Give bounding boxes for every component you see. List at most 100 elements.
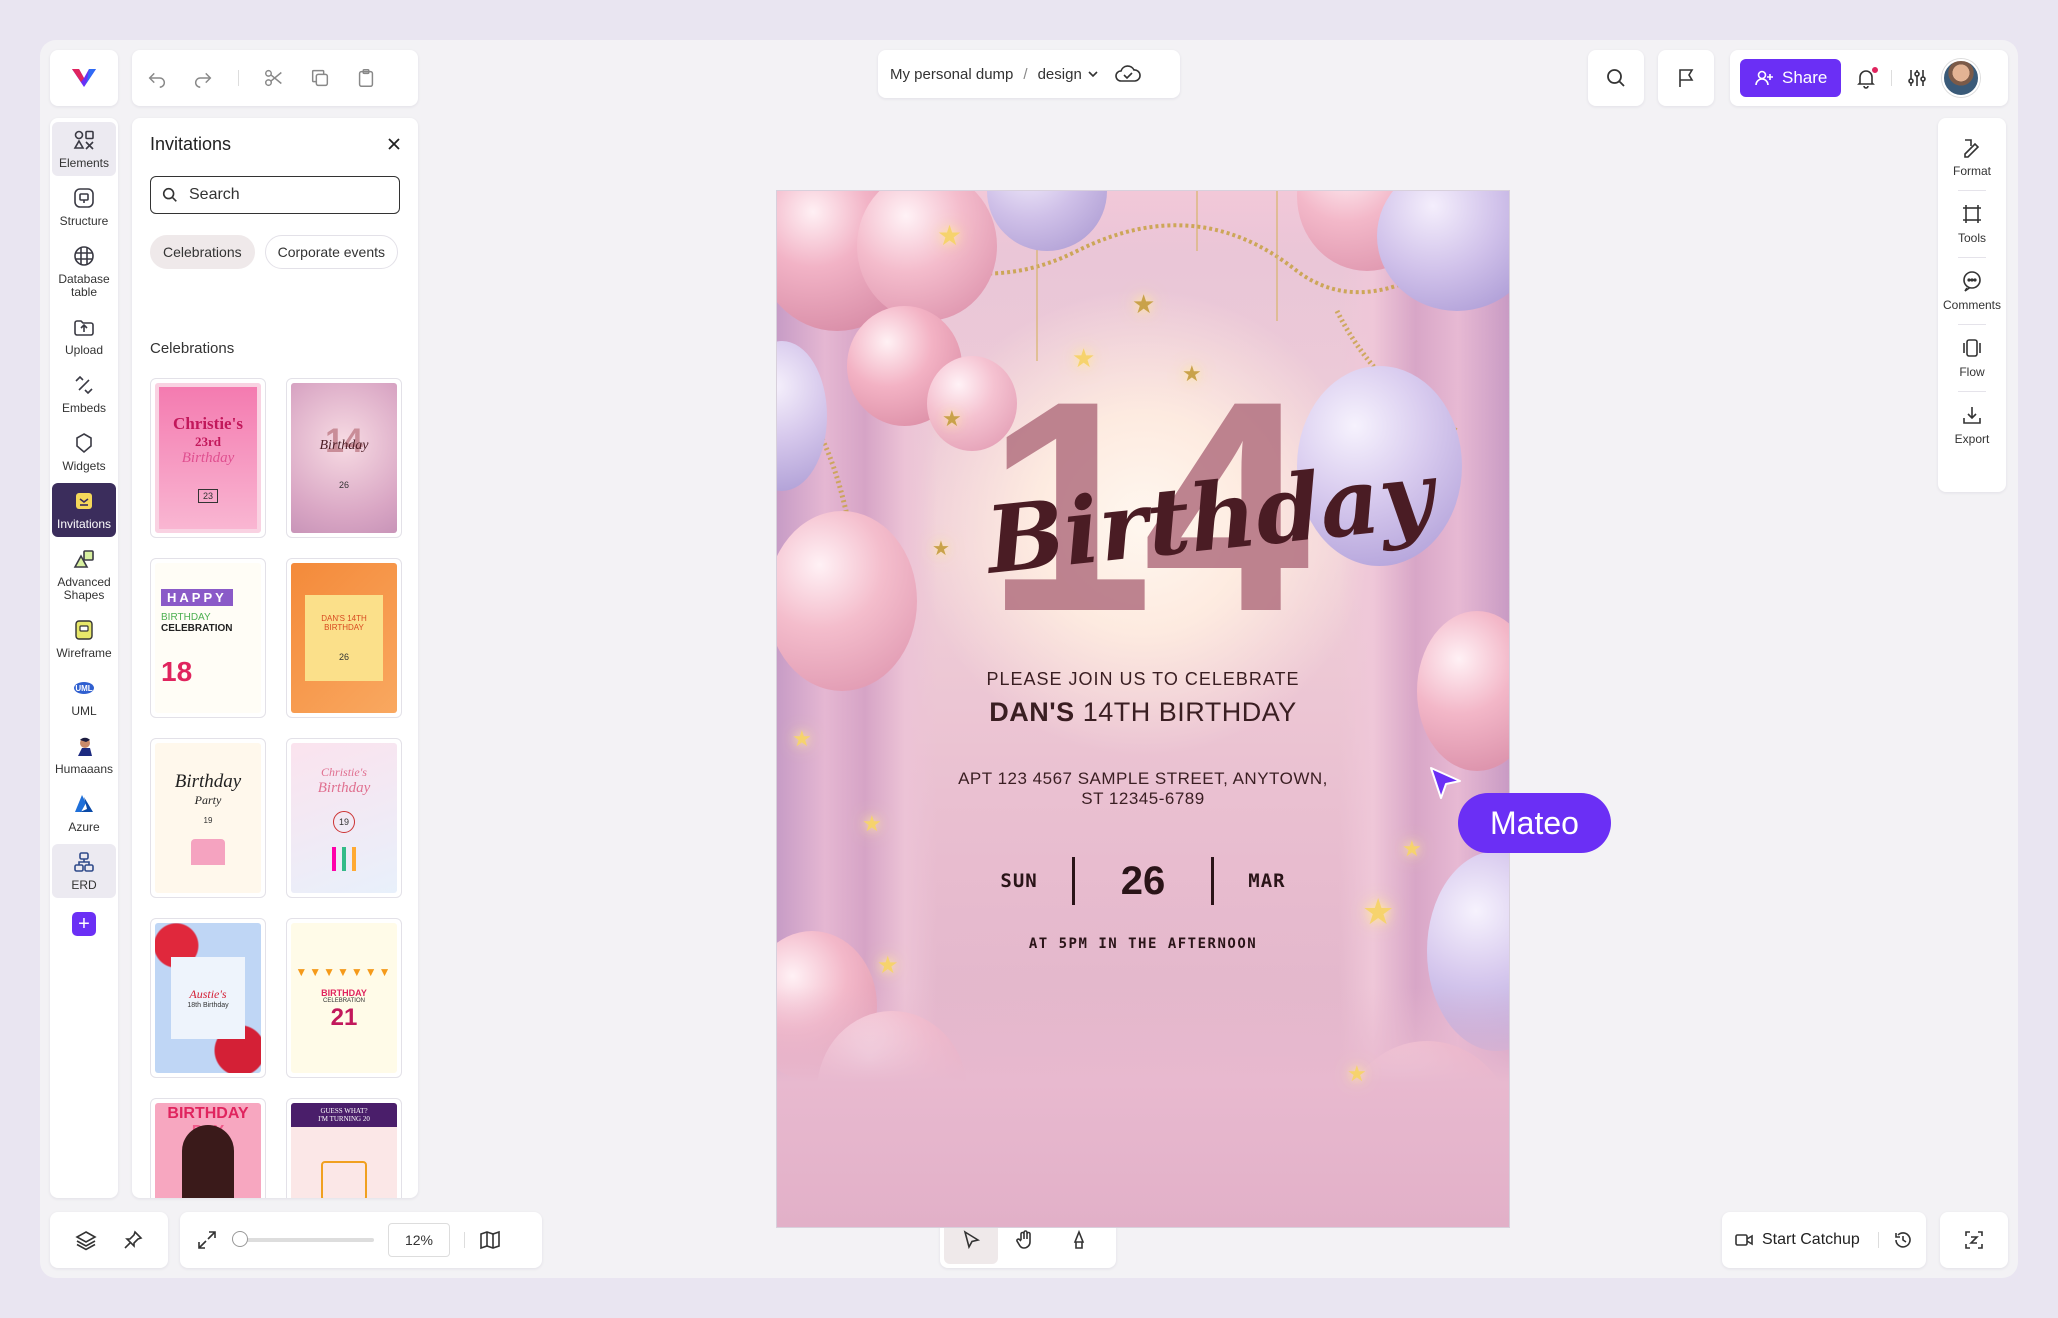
- start-catchup-button[interactable]: Start Catchup: [1762, 1231, 1860, 1249]
- scissors-icon[interactable]: [263, 67, 285, 89]
- template-card[interactable]: 14 Birthday 26: [286, 378, 402, 538]
- template-card[interactable]: Christie's 23rd Birthday 23: [150, 378, 266, 538]
- zoom-level[interactable]: 12%: [388, 1223, 450, 1257]
- search-button[interactable]: [1588, 50, 1644, 106]
- settings-sliders-icon[interactable]: [1906, 67, 1928, 89]
- divider: [1958, 391, 1986, 392]
- present-button[interactable]: [1658, 50, 1714, 106]
- top-right-toolbar: Share: [1730, 50, 2008, 106]
- name-rest: 14TH BIRTHDAY: [1074, 697, 1297, 727]
- rail-item-elements[interactable]: Elements: [52, 122, 116, 176]
- chip-corporate-events[interactable]: Corporate events: [264, 235, 399, 269]
- rail-item-erd[interactable]: ERD: [52, 844, 116, 898]
- layers-icon[interactable]: [74, 1229, 97, 1251]
- v-logo-icon: [70, 66, 98, 90]
- search-field[interactable]: [150, 176, 400, 214]
- template-card[interactable]: Austie's 18th Birthday: [150, 918, 266, 1078]
- search-input[interactable]: [189, 186, 389, 204]
- celebrate-line[interactable]: PLEASE JOIN US TO CELEBRATE: [777, 669, 1509, 690]
- rail-item-azure[interactable]: Azure: [52, 786, 116, 840]
- tool-export[interactable]: Export: [1938, 394, 2006, 456]
- rail-item-wireframe[interactable]: Wireframe: [52, 612, 116, 666]
- format-icon: [1961, 136, 1983, 158]
- rail-label: Invitations: [56, 517, 112, 531]
- design-canvas[interactable]: ★ ★ ★ ★ ★ ★ ★ ★ ★ ★ ★ ★ 14 Birthday PLEA…: [776, 190, 1510, 1228]
- rail-label: Upload: [64, 343, 104, 357]
- name-line[interactable]: DAN'S 14TH BIRTHDAY: [777, 697, 1509, 728]
- avatar[interactable]: [1942, 59, 1981, 97]
- breadcrumb-page[interactable]: design: [1038, 66, 1082, 83]
- rail-item-structure[interactable]: Structure: [52, 180, 116, 234]
- pointer-icon: [960, 1229, 982, 1251]
- copy-icon[interactable]: [309, 67, 331, 89]
- template-text: 23rd: [195, 433, 221, 449]
- template-text: GUESS WHAT?: [320, 1107, 368, 1115]
- template-card[interactable]: GUESS WHAT? I'M TURNING 20: [286, 1098, 402, 1198]
- fit-screen-icon[interactable]: [196, 1229, 218, 1251]
- history-icon[interactable]: [1893, 1230, 1913, 1250]
- template-card[interactable]: Birthday Party 19: [150, 738, 266, 898]
- pen-icon: [1068, 1229, 1090, 1251]
- zoom-toolbar: 12%: [180, 1212, 542, 1268]
- chevron-down-icon[interactable]: [1086, 67, 1100, 81]
- download-icon: [1961, 404, 1983, 426]
- template-card[interactable]: Christie's Birthday 19: [286, 738, 402, 898]
- time-line[interactable]: AT 5PM IN THE AFTERNOON: [777, 936, 1509, 952]
- focus-frame-icon[interactable]: [1963, 1229, 1985, 1251]
- clipboard-icon[interactable]: [355, 67, 377, 89]
- rail-item-database-table[interactable]: Database table: [52, 238, 116, 305]
- divider: [1958, 324, 1986, 325]
- rail-item-widgets[interactable]: Widgets: [52, 425, 116, 479]
- bell-icon[interactable]: [1855, 66, 1880, 89]
- tool-label: Format: [1952, 164, 1991, 178]
- template-text: BIRTHDAY: [167, 1105, 249, 1122]
- divider: [1958, 257, 1986, 258]
- tool-label: Flow: [1959, 365, 1985, 379]
- star-decor: ★: [937, 220, 963, 251]
- rail-item-advanced-shapes[interactable]: Advanced Shapes: [52, 541, 116, 608]
- rail-item-humaaans[interactable]: Humaaans: [52, 728, 116, 782]
- tool-label: Export: [1954, 432, 1990, 446]
- tool-format[interactable]: Format: [1938, 126, 2006, 188]
- template-card[interactable]: HAPPY BIRTHDAY CELEBRATION 18: [150, 558, 266, 718]
- zoom-slider-knob[interactable]: [232, 1231, 248, 1247]
- rail-label: UML: [71, 704, 97, 718]
- floor-drape: [777, 987, 1509, 1227]
- breadcrumb-separator: /: [1023, 65, 1028, 83]
- pin-icon[interactable]: [122, 1229, 144, 1251]
- tool-comments[interactable]: Comments: [1938, 260, 2006, 322]
- map-icon[interactable]: [479, 1229, 501, 1251]
- tool-tools[interactable]: Tools: [1938, 193, 2006, 255]
- share-button[interactable]: Share: [1740, 59, 1842, 97]
- rail-label: Elements: [58, 156, 110, 170]
- template-grid: Christie's 23rd Birthday 23 14 Birthday …: [150, 378, 402, 1198]
- rail-item-upload[interactable]: Upload: [52, 309, 116, 363]
- chip-celebrations[interactable]: Celebrations: [150, 235, 255, 269]
- app-logo[interactable]: [50, 50, 118, 106]
- rail-item-embeds[interactable]: Embeds: [52, 367, 116, 421]
- breadcrumb-workspace[interactable]: My personal dump: [890, 66, 1013, 83]
- rail-label: Database table: [58, 272, 110, 299]
- template-card[interactable]: BIRTHDAY DAY: [150, 1098, 266, 1198]
- invitation-icon: [72, 489, 96, 513]
- toolbar-divider: [238, 70, 239, 86]
- template-text: Birthday: [181, 449, 235, 466]
- template-card[interactable]: DAN'S 14TH BIRTHDAY 26: [286, 558, 402, 718]
- template-header: GUESS WHAT? I'M TURNING 20: [291, 1103, 397, 1127]
- redo-icon[interactable]: [192, 67, 214, 89]
- date-row[interactable]: SUN 26 MAR: [777, 857, 1509, 905]
- rail-item-uml[interactable]: UML UML: [52, 670, 116, 724]
- rail-item-invitations[interactable]: Invitations: [52, 483, 116, 537]
- template-card[interactable]: ▼▼▼▼▼▼▼ BIRTHDAY CELEBRATION 21: [286, 918, 402, 1078]
- address-block[interactable]: APT 123 4567 SAMPLE STREET, ANYTOWN, ST …: [777, 769, 1509, 809]
- tool-flow[interactable]: Flow: [1938, 327, 2006, 389]
- zoom-slider[interactable]: [232, 1231, 374, 1247]
- undo-icon[interactable]: [146, 67, 168, 89]
- hand-icon: [1014, 1229, 1036, 1251]
- rail-label: ERD: [71, 878, 97, 892]
- star-decor: ★: [877, 952, 899, 979]
- add-library-button[interactable]: +: [72, 912, 96, 936]
- toolbar-divider: [464, 1232, 465, 1248]
- close-icon[interactable]: [384, 134, 404, 154]
- template-text: 21: [330, 1003, 358, 1031]
